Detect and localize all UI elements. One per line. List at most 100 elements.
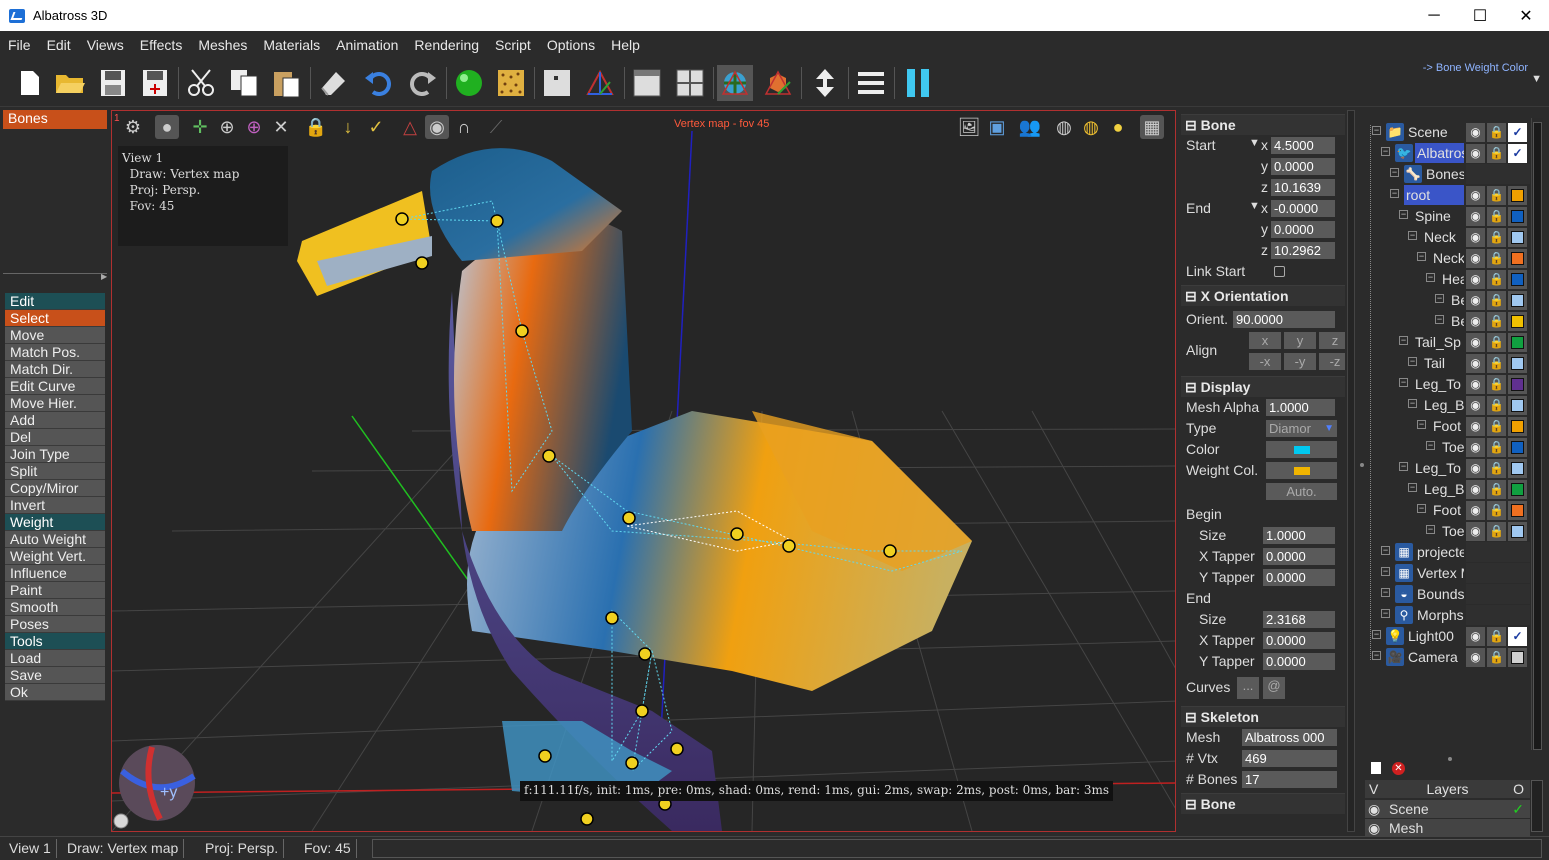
sphere-select-icon[interactable]: ● <box>155 115 179 139</box>
bone-color-swatch[interactable] <box>1508 186 1527 205</box>
paste-icon[interactable] <box>268 65 304 101</box>
tool-copy-miror[interactable]: Copy/Miror <box>5 480 105 497</box>
menu-rendering[interactable]: Rendering <box>414 37 479 53</box>
display-section-header[interactable]: ⊟ Display <box>1181 376 1345 397</box>
tree-expand-icon[interactable]: − <box>1399 336 1408 345</box>
tree-expand-icon[interactable]: − <box>1381 609 1390 618</box>
open-folder-icon[interactable] <box>52 65 88 101</box>
layout-four-icon[interactable] <box>672 65 708 101</box>
tree-expand-icon[interactable]: − <box>1390 168 1399 177</box>
tool-influence[interactable]: Influence <box>5 565 105 582</box>
snap-check-icon[interactable]: ✓ <box>364 115 388 139</box>
tree-expand-icon[interactable]: − <box>1381 567 1390 576</box>
panel-splitter[interactable] <box>3 273 107 278</box>
tool-ok[interactable]: Ok <box>5 684 105 701</box>
tool-move-hier-[interactable]: Move Hier. <box>5 395 105 412</box>
next-bone-section-header[interactable]: ⊟ Bone <box>1181 793 1345 814</box>
lock-icon[interactable]: 🔒 <box>1487 291 1506 310</box>
lock-icon[interactable]: 🔒 <box>1487 312 1506 331</box>
begin-y-tapper-field[interactable]: 0.0000 <box>1263 569 1335 586</box>
curves-edit-button[interactable]: ... <box>1237 677 1259 699</box>
tree-expand-icon[interactable]: − <box>1417 504 1426 513</box>
tree-expand-icon[interactable]: − <box>1372 630 1381 639</box>
tool-load[interactable]: Load <box>5 650 105 667</box>
tree-node-label[interactable]: Foot <box>1431 416 1464 436</box>
menu-edit[interactable]: Edit <box>47 37 71 53</box>
tree-expand-icon[interactable]: − <box>1417 252 1426 261</box>
tree-node-label[interactable]: Tail_Sp <box>1413 332 1464 352</box>
tree-expand-icon[interactable]: − <box>1399 378 1408 387</box>
undo-icon[interactable] <box>361 65 397 101</box>
tool-weight-vert-[interactable]: Weight Vert. <box>5 548 105 565</box>
end-size-field[interactable]: 2.3168 <box>1263 611 1335 628</box>
axis-triangle-icon[interactable]: △ <box>398 115 422 139</box>
tree-expand-icon[interactable]: − <box>1399 210 1408 219</box>
lock-icon[interactable]: 🔒 <box>1487 270 1506 289</box>
visibility-eye-icon[interactable]: ◉ <box>1466 312 1485 331</box>
visibility-eye-icon[interactable]: ◉ <box>1466 123 1485 142</box>
lock-icon[interactable]: 🔒 <box>1487 522 1506 541</box>
bone-color-swatch[interactable] <box>1508 249 1527 268</box>
orientation-section-header[interactable]: ⊟ X Orientation <box>1181 285 1345 306</box>
eye-mask-icon[interactable]: ◉ <box>425 115 449 139</box>
lock-icon[interactable]: 🔒 <box>1487 459 1506 478</box>
bone-color-swatch[interactable] <box>1508 207 1527 226</box>
properties-scrollbar[interactable] <box>1347 110 1355 832</box>
bone-color-swatch[interactable] <box>1508 438 1527 457</box>
align-y-button[interactable]: y <box>1284 332 1316 349</box>
tree-node-label[interactable]: Bounds <box>1415 584 1464 604</box>
layers-splitter-handle[interactable] <box>1448 757 1452 761</box>
end-dropdown-icon[interactable]: ▼ <box>1249 200 1260 212</box>
tree-expand-icon[interactable]: − <box>1435 294 1444 303</box>
tool-join-type[interactable]: Join Type <box>5 446 105 463</box>
visibility-eye-icon[interactable]: ◉ <box>1466 228 1485 247</box>
tree-node-label[interactable]: Albatross <box>1415 143 1464 163</box>
minimize-button[interactable]: ─ <box>1411 0 1457 31</box>
snap-down-icon[interactable]: ↓ <box>336 115 360 139</box>
tree-expand-icon[interactable]: − <box>1426 273 1435 282</box>
visibility-eye-icon[interactable]: ◉ <box>1466 333 1485 352</box>
lock-icon[interactable]: 🔒 <box>1487 249 1506 268</box>
visibility-eye-icon[interactable]: ◉ <box>1466 207 1485 226</box>
tool-save[interactable]: Save <box>5 667 105 684</box>
magnet-icon[interactable]: ∩ <box>452 115 476 139</box>
layer-eye-icon[interactable]: ◉ <box>1368 800 1380 818</box>
skeleton-section-header[interactable]: ⊟ Skeleton <box>1181 706 1345 727</box>
menu-file[interactable]: File <box>8 37 31 53</box>
scene-tree-scrollbar[interactable] <box>1531 118 1543 750</box>
cut-icon[interactable] <box>183 65 219 101</box>
lock-icon[interactable]: 🔒 <box>304 115 328 139</box>
tree-node-label[interactable]: Leg_To <box>1413 458 1464 478</box>
begin-x-tapper-field[interactable]: 0.0000 <box>1263 548 1335 565</box>
tree-expand-icon[interactable]: − <box>1426 525 1435 534</box>
3d-viewport[interactable]: +y 1 ⚙ ● ✛ ⊕ ⊕ ✕ 🔒 ↓ ✓ △ ◉ ∩ ⟋ Vertex ma… <box>111 110 1176 832</box>
bone-color-swatch[interactable] <box>1508 375 1527 394</box>
new-layer-icon[interactable] <box>1371 762 1381 774</box>
menu-views[interactable]: Views <box>87 37 124 53</box>
tree-expand-icon[interactable]: − <box>1408 399 1417 408</box>
align-neg-x-button[interactable]: -x <box>1249 353 1281 370</box>
skeleton-mesh-field[interactable]: Albatross 000 <box>1242 729 1337 746</box>
enabled-check-icon[interactable]: ✓ <box>1508 144 1527 163</box>
tool-match-pos-[interactable]: Match Pos. <box>5 344 105 361</box>
mesh-alpha-field[interactable]: 1.0000 <box>1266 399 1335 416</box>
visibility-eye-icon[interactable]: ◉ <box>1466 417 1485 436</box>
redo-icon[interactable] <box>404 65 440 101</box>
scene-globe-icon[interactable] <box>717 65 753 101</box>
viewport-corner-icon[interactable] <box>113 813 129 829</box>
visibility-eye-icon[interactable]: ◉ <box>1466 501 1485 520</box>
lock-icon[interactable]: 🔒 <box>1487 438 1506 457</box>
tool-split[interactable]: Split <box>5 463 105 480</box>
menu-animation[interactable]: Animation <box>336 37 398 53</box>
settings-gear-icon[interactable]: ⚙ <box>121 115 145 139</box>
panel-expand-icon[interactable]: ▶ <box>101 272 107 281</box>
lock-icon[interactable]: 🔒 <box>1487 480 1506 499</box>
image-frame-icon[interactable]: 🖼 <box>957 115 981 139</box>
tree-node-label[interactable]: Beak <box>1449 311 1464 331</box>
tree-node-label[interactable]: Leg_B <box>1422 479 1464 499</box>
visibility-eye-icon[interactable]: ◉ <box>1466 291 1485 310</box>
close-button[interactable]: ✕ <box>1503 0 1549 31</box>
visibility-eye-icon[interactable]: ◉ <box>1466 354 1485 373</box>
align-z-button[interactable]: z <box>1319 332 1345 349</box>
align-neg-y-button[interactable]: -y <box>1284 353 1316 370</box>
